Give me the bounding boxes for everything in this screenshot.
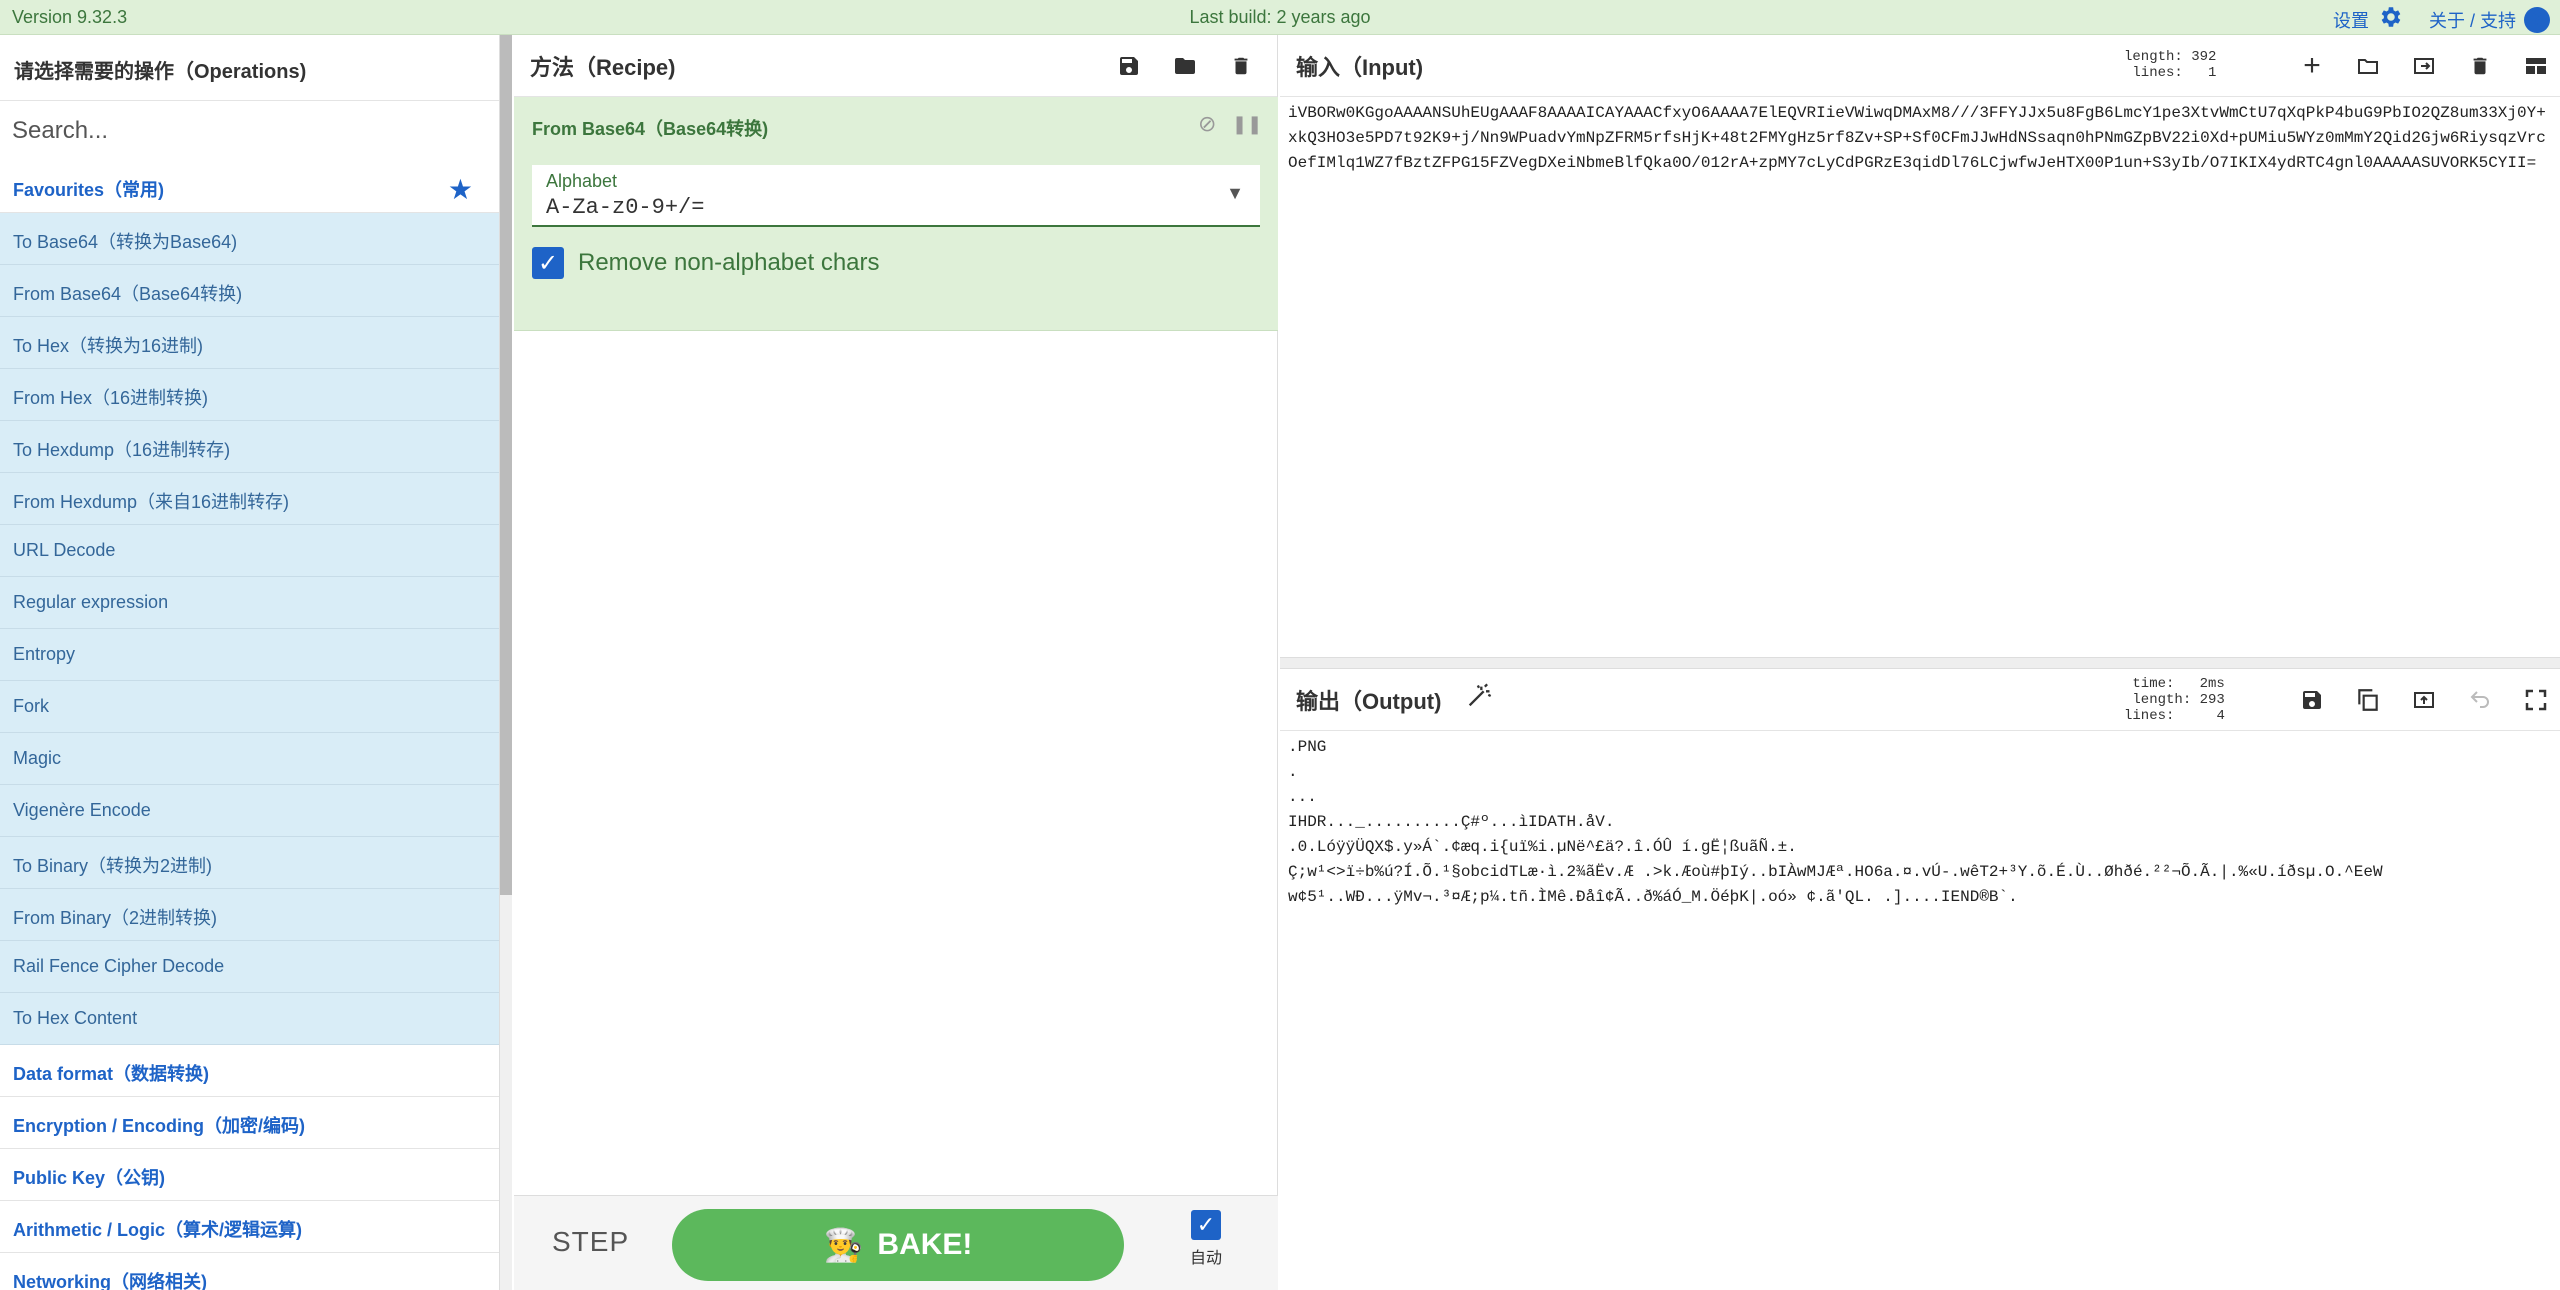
alphabet-value: A-Za-z0-9+/= <box>546 195 705 220</box>
category-favourites[interactable]: Favourites（常用) ★ <box>0 161 499 213</box>
input-textarea[interactable]: iVBORw0KGgoAAAANSUhEUgAAAF8AAAAICAYAAACf… <box>1280 97 2560 657</box>
save-icon[interactable] <box>1109 46 1149 86</box>
trash-icon[interactable] <box>1221 46 1261 86</box>
alphabet-label: Alphabet <box>546 171 618 191</box>
op-item[interactable]: From Base64（Base64转换) <box>0 265 499 317</box>
step-button[interactable]: STEP <box>552 1226 629 1258</box>
output-time-label: time: <box>2132 676 2175 692</box>
bake-bar: STEP 👨‍🍳 BAKE! ✓ 自动 <box>514 1195 1278 1290</box>
op-item[interactable]: URL Decode <box>0 525 499 577</box>
clear-input-icon[interactable] <box>2460 46 2500 86</box>
op-item[interactable]: To Hex（转换为16进制) <box>0 317 499 369</box>
op-item[interactable]: Rail Fence Cipher Decode <box>0 941 499 993</box>
op-item[interactable]: Magic <box>0 733 499 785</box>
category-encryption-encoding[interactable]: Encryption / Encoding（加密/编码) <box>0 1097 499 1149</box>
output-lines-value: 4 <box>2216 708 2225 724</box>
op-item[interactable]: Vigenère Encode <box>0 785 499 837</box>
recipe-operation-card: From Base64（Base64转换) ⊘ ❚❚ Alphabet A-Za… <box>514 97 1278 331</box>
recipe-header: 方法（Recipe) <box>514 35 1277 97</box>
banner-links: 设置 关于 / 支持 ? <box>2333 4 2550 35</box>
add-tab-icon[interactable]: + <box>2292 46 2332 86</box>
replace-input-icon[interactable] <box>2404 680 2444 720</box>
category-networking[interactable]: Networking（网络相关) <box>0 1253 499 1290</box>
auto-bake-label: 自动 <box>1190 1250 1223 1267</box>
category-data-format[interactable]: Data format（数据转换) <box>0 1045 499 1097</box>
recipe-operation-name: From Base64（Base64转换) <box>532 119 769 139</box>
output-length-label: length: <box>2132 692 2192 708</box>
help-icon[interactable]: ? <box>2524 6 2550 33</box>
undo-icon[interactable] <box>2460 680 2500 720</box>
op-item[interactable]: Regular expression <box>0 577 499 629</box>
op-item[interactable]: From Hex（16进制转换) <box>0 369 499 421</box>
output-title: 输出（Output) <box>1296 688 1442 714</box>
auto-bake-option: ✓ 自动 <box>1190 1210 1222 1268</box>
input-stats: length: 392 lines: 1 <box>2124 49 2216 81</box>
operations-scrollbar[interactable] <box>500 35 512 895</box>
alphabet-select[interactable]: Alphabet A-Za-z0-9+/= ▼ <box>532 165 1260 227</box>
input-title: 输入（Input) <box>1296 54 1424 80</box>
operations-search-input[interactable] <box>0 101 499 161</box>
remove-non-alphabet-option: ✓ Remove non-alphabet chars <box>532 247 880 279</box>
output-length-value: 293 <box>2199 692 2225 708</box>
input-length-label: length: <box>2124 49 2183 65</box>
auto-bake-checkbox[interactable]: ✓ <box>1191 1210 1221 1240</box>
top-banner: Version 9.32.3 Last build: 2 years ago 设… <box>0 0 2560 35</box>
chef-icon: 👨‍🍳 <box>823 1227 864 1263</box>
op-item[interactable]: Fork <box>0 681 499 733</box>
maximise-icon[interactable] <box>2516 680 2556 720</box>
disable-icon[interactable]: ⊘ <box>1198 111 1216 137</box>
input-header: 输入（Input) length: 392 lines: 1 + <box>1280 35 2560 97</box>
op-item[interactable]: Entropy <box>0 629 499 681</box>
settings-link[interactable]: 设置 <box>2333 7 2369 33</box>
remove-non-alphabet-checkbox[interactable]: ✓ <box>532 247 564 279</box>
layout-icon[interactable] <box>2516 46 2556 86</box>
input-lines-value: 1 <box>2208 65 2217 81</box>
output-toolbar <box>2276 680 2560 720</box>
gear-icon[interactable] <box>2377 4 2403 35</box>
output-header-wrap: 输出（Output) time: 2ms length: 293 lines: … <box>1280 669 2560 731</box>
category-arithmetic-logic[interactable]: Arithmetic / Logic（算术/逻辑运算) <box>0 1201 499 1253</box>
favourites-list: To Base64（转换为Base64) From Base64（Base64转… <box>0 213 499 1045</box>
bake-button[interactable]: 👨‍🍳 BAKE! <box>672 1209 1124 1281</box>
op-item[interactable]: To Hex Content <box>0 993 499 1045</box>
operations-panel: 请选择需要的操作（Operations) Favourites（常用) ★ To… <box>0 35 500 1290</box>
operations-scroll-track <box>500 895 512 1290</box>
last-build-label: Last build: 2 years ago <box>1189 7 1371 27</box>
open-folder-icon[interactable] <box>2348 46 2388 86</box>
input-toolbar: + <box>2276 46 2560 86</box>
op-item[interactable]: To Hexdump（16进制转存) <box>0 421 499 473</box>
op-item[interactable]: To Binary（转换为2进制) <box>0 837 499 889</box>
open-file-icon[interactable] <box>2404 46 2444 86</box>
op-item[interactable]: From Binary（2进制转换) <box>0 889 499 941</box>
output-textarea[interactable]: .PNG . ... IHDR..._..........Ç#º...ìIDAT… <box>1280 731 2560 1290</box>
copy-icon[interactable] <box>2348 680 2388 720</box>
op-item[interactable]: From Hexdump（来自16进制转存) <box>0 473 499 525</box>
bake-label: BAKE! <box>877 1228 973 1261</box>
search-box <box>0 101 499 161</box>
input-lines-label: lines: <box>2132 65 2183 81</box>
category-public-key[interactable]: Public Key（公钥) <box>0 1149 499 1201</box>
recipe-title: 方法（Recipe) <box>530 54 676 80</box>
recipe-panel: 方法（Recipe) From Base64（Base64转换) ⊘ ❚❚ Al… <box>514 35 1278 1290</box>
pause-icon[interactable]: ❚❚ <box>1232 114 1262 135</box>
chevron-down-icon: ▼ <box>1226 183 1244 203</box>
about-support-link[interactable]: 关于 / 支持 <box>2429 7 2516 33</box>
folder-icon[interactable] <box>1165 46 1205 86</box>
op-item[interactable]: To Base64（转换为Base64) <box>0 213 499 265</box>
output-lines-label: lines: <box>2124 708 2175 724</box>
input-length-value: 392 <box>2191 49 2217 65</box>
category-label: Favourites（常用) <box>13 180 165 200</box>
star-icon: ★ <box>447 174 473 205</box>
magic-wand-icon[interactable] <box>1465 682 1493 717</box>
io-panel: 输入（Input) length: 392 lines: 1 + iVBORw0… <box>1280 35 2560 1290</box>
operations-title: 请选择需要的操作（Operations) <box>0 35 499 101</box>
output-stats: time: 2ms length: 293 lines: 4 <box>2124 676 2225 724</box>
remove-non-alphabet-label: Remove non-alphabet chars <box>578 249 880 276</box>
output-header: 输出（Output) time: 2ms length: 293 lines: … <box>1280 669 2560 731</box>
save-output-icon[interactable] <box>2292 680 2332 720</box>
output-time-value: 2ms <box>2199 676 2225 692</box>
io-resize-handle[interactable] <box>1280 657 2560 669</box>
